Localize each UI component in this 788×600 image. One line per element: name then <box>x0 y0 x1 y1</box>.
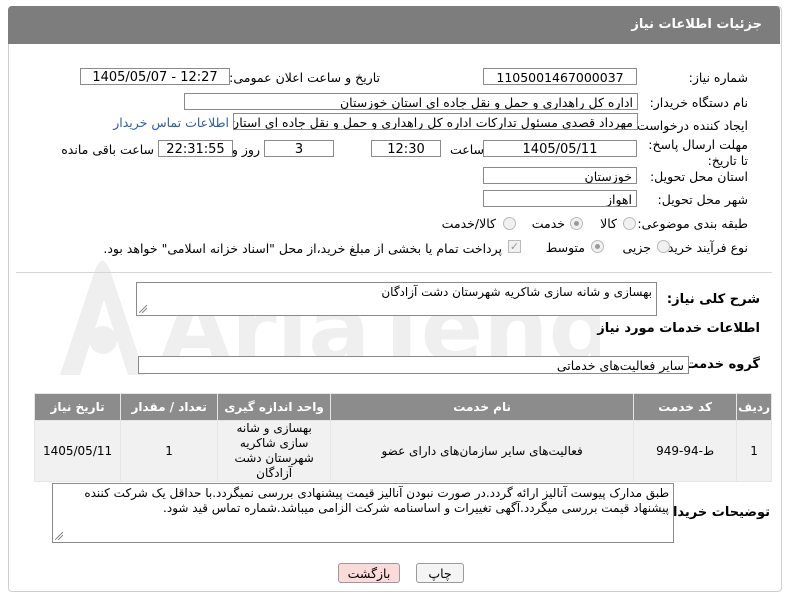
need-number-field: 1105001467000037 <box>483 68 637 85</box>
buyer-notes-text: طبق مدارک پیوست آنالیز ارائه گردد.در صور… <box>84 486 669 515</box>
page-title: جزئیات اطلاعات نیاز <box>631 17 762 32</box>
deadline-date-field: 1405/05/11 <box>483 140 637 157</box>
title-bar: جزئیات اطلاعات نیاز <box>8 6 780 44</box>
col-header-name: نام خدمت <box>331 394 634 420</box>
treasury-checkbox[interactable]: ✓ <box>508 240 521 253</box>
remaining-time-field: 22:31:55 <box>158 140 233 157</box>
days-label: روز و <box>231 142 260 157</box>
category-option-goods-service: کالا/خدمت <box>441 216 496 231</box>
process-option-minor: جزیی <box>622 240 651 255</box>
announce-field: 1405/05/07 - 12:27 <box>80 68 230 85</box>
category-option-service: خدمت <box>531 216 565 231</box>
summary-label: شرح کلی نیاز: <box>666 292 760 307</box>
announce-label: تاریخ و ساعت اعلان عمومی: <box>229 70 380 85</box>
creator-label: ایجاد کننده درخواست: <box>632 118 748 133</box>
process-label: نوع فرآیند خرید : <box>659 240 748 255</box>
services-section-title: اطلاعات خدمات مورد نیاز <box>597 321 760 336</box>
buyer-notes-field: طبق مدارک پیوست آنالیز ارائه گردد.در صور… <box>52 483 674 543</box>
cell-row: 1 <box>737 421 771 481</box>
summary-field: بهسازی و شانه سازی شاکریه شهرستان دشت آز… <box>136 282 657 316</box>
need-number-label: شماره نیاز: <box>688 70 748 85</box>
cell-unit: بهسازی و شانه سازی شاکریه شهرستان دشت آز… <box>218 421 331 481</box>
col-header-code: کد خدمت <box>634 394 737 420</box>
deadline-time-field: 12:30 <box>371 140 441 157</box>
city-label: شهر محل تحویل: <box>657 192 748 207</box>
buyer-contact-link[interactable]: اطلاعات تماس خریدار <box>113 115 229 130</box>
back-button[interactable]: بازگشت <box>338 563 400 583</box>
cell-code: ط-94-949 <box>634 421 737 481</box>
payment-note: پرداخت تمام یا بخشی از مبلغ خرید،از محل … <box>103 241 502 256</box>
cell-qty: 1 <box>121 421 218 481</box>
summary-text: بهسازی و شانه سازی شاکریه شهرستان دشت آز… <box>381 285 652 299</box>
col-header-unit: واحد اندازه گیری <box>218 394 331 420</box>
process-option-medium: متوسط <box>545 240 585 255</box>
buyer-org-field: اداره کل راهداری و حمل و نقل جاده ای است… <box>184 93 638 110</box>
cell-date: 1405/05/11 <box>35 421 121 481</box>
resize-grip-icon[interactable] <box>55 532 63 540</box>
province-label: استان محل تحویل: <box>649 169 748 184</box>
buyer-org-label: نام دستگاه خریدار: <box>649 95 748 110</box>
print-button[interactable]: چاپ <box>416 563 464 583</box>
province-field: خوزستان <box>483 167 637 184</box>
cell-name: فعالیت‌های سایر سازمان‌های دارای عضو <box>331 421 634 481</box>
category-label: طبقه بندی موضوعی: <box>637 216 748 231</box>
col-header-qty: تعداد / مقدار <box>121 394 218 420</box>
category-option-goods: کالا <box>600 216 617 231</box>
col-header-date: تاریخ نیاز <box>35 394 121 420</box>
col-header-row: ردیف <box>737 394 771 420</box>
service-group-label: گروه خدمت: <box>680 357 760 372</box>
time-label: ساعت <box>449 142 484 157</box>
city-field: اهواز <box>483 190 637 207</box>
service-group-field: سایر فعالیت‌های خدماتی <box>138 356 689 374</box>
services-table: ردیف کد خدمت نام خدمت واحد اندازه گیری ت… <box>34 393 772 482</box>
table-row: 1 ط-94-949 فعالیت‌های سایر سازمان‌های دا… <box>35 421 771 481</box>
remaining-label: ساعت باقی مانده <box>61 142 154 157</box>
resize-grip-icon[interactable] <box>139 305 147 313</box>
divider <box>16 272 772 273</box>
deadline-label: مهلت ارسال پاسخ: تا تاریخ: <box>648 137 748 168</box>
category-radio-goods[interactable] <box>623 217 636 230</box>
days-field: 3 <box>264 140 334 157</box>
creator-field: مهرداد قصدی مسئول تداركات اداره کل راهدا… <box>233 113 638 130</box>
process-radio-medium[interactable] <box>591 240 604 253</box>
process-radio-minor[interactable] <box>657 240 670 253</box>
buyer-notes-label: توضیحات خریدار: <box>660 505 770 520</box>
category-radio-service[interactable] <box>570 217 583 230</box>
category-radio-goods-service[interactable] <box>503 217 516 230</box>
